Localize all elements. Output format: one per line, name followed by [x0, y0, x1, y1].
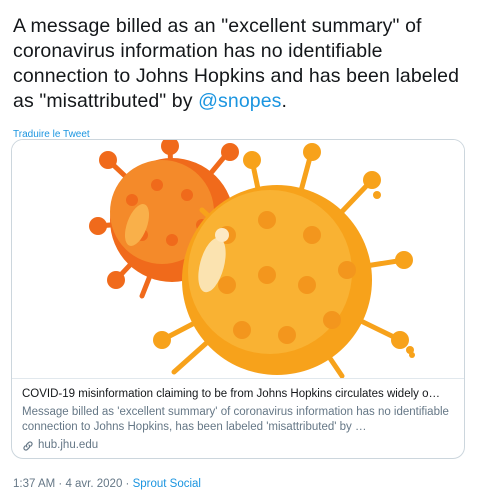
tweet-text: A message billed as an "excellent summar… — [13, 0, 468, 114]
mention-link-snopes[interactable]: @snopes — [198, 90, 281, 112]
tweet-time[interactable]: 1:37 AM — [13, 478, 55, 490]
coronavirus-illustration — [12, 140, 464, 379]
tweet: A message billed as an "excellent summar… — [0, 0, 477, 500]
tweet-meta: 1:37 AM · 4 avr. 2020 · Sprout Social — [13, 477, 201, 491]
meta-separator: · — [55, 478, 66, 490]
link-icon — [23, 440, 33, 451]
card-domain-text: hub.jhu.edu — [38, 439, 99, 451]
card-description: Message billed as 'excellent summary' of… — [22, 406, 449, 433]
meta-separator: · — [122, 478, 133, 490]
card-body: COVID-19 misinformation claiming to be f… — [12, 379, 464, 453]
tweet-date[interactable]: 4 avr. 2020 — [65, 478, 122, 490]
tweet-source-link[interactable]: Sprout Social — [133, 478, 201, 490]
card-domain: hub.jhu.edu — [22, 438, 454, 453]
card-title: COVID-19 misinformation claiming to be f… — [22, 388, 440, 400]
link-card[interactable]: COVID-19 misinformation claiming to be f… — [11, 139, 465, 459]
tweet-text-end: . — [281, 90, 288, 112]
